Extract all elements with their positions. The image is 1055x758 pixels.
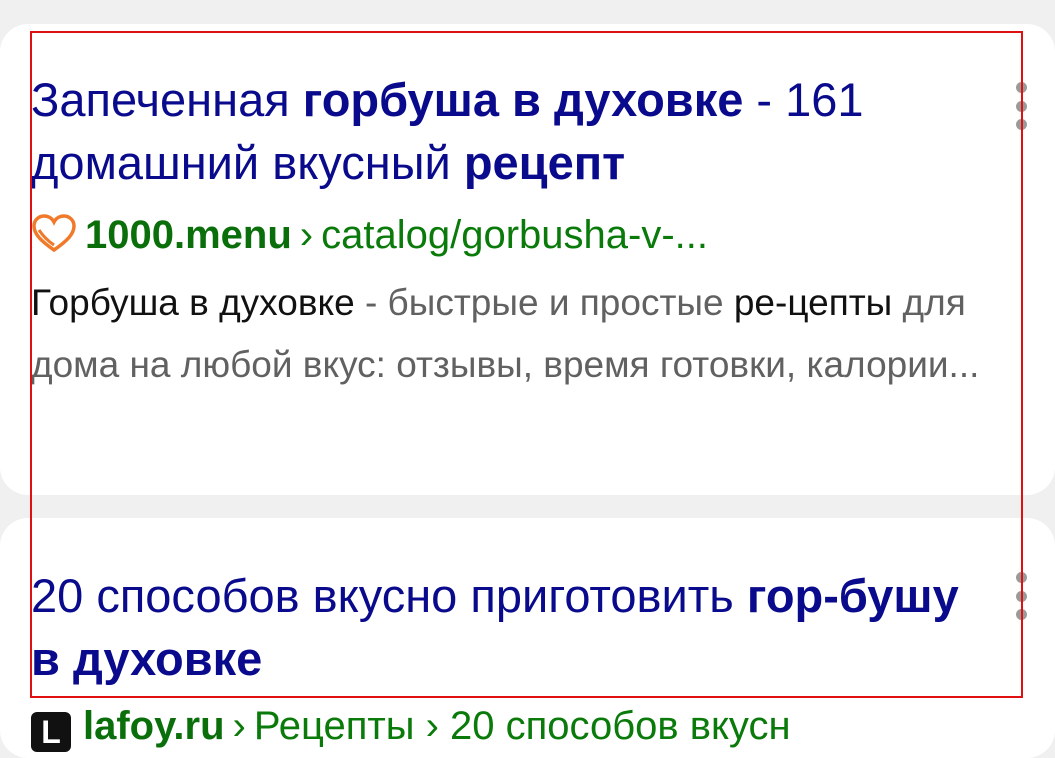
result-domain: lafoy.ru [83, 704, 225, 748]
result-path: catalog/gorbusha-v-... [321, 213, 708, 257]
title-part-bold: горбуша в духовке [302, 73, 744, 126]
result-path: Рецепты › 20 способов вкусн [253, 704, 791, 748]
snippet-highlight: ре-цепты [733, 282, 893, 323]
snippet-text: - быстрые и простые [354, 282, 734, 323]
result-title-link[interactable]: 20 способов вкусно приготовить гор-бушу … [31, 564, 991, 690]
result-title-link[interactable]: Запеченная горбуша в духовке - 161 домаш… [31, 68, 991, 194]
snippet-highlight: Горбуша в духовке [31, 282, 355, 323]
heart-logo-icon [32, 214, 76, 253]
search-result-card: Запеченная горбуша в духовке - 161 домаш… [0, 24, 1055, 495]
title-part: 20 способов вкусно приготовить [31, 569, 747, 622]
title-part-bold: рецепт [463, 136, 626, 189]
result-domain: 1000.menu [85, 213, 292, 257]
search-result-card: 20 способов вкусно приготовить гор-бушу … [0, 518, 1055, 758]
more-options-icon[interactable] [1013, 82, 1029, 130]
result-url[interactable]: Llafoy.ru › Рецепты › 20 способов вкусн [31, 702, 791, 752]
site-logo-icon: L [31, 712, 71, 752]
result-url[interactable]: 1000.menu › catalog/gorbusha-v-... [31, 211, 708, 259]
title-part: Запеченная [31, 73, 303, 126]
result-snippet: Горбуша в духовке - быстрые и простые ре… [31, 272, 1006, 396]
breadcrumb-separator: › [232, 704, 246, 748]
breadcrumb-separator: › [299, 213, 314, 257]
more-options-icon[interactable] [1013, 572, 1029, 620]
